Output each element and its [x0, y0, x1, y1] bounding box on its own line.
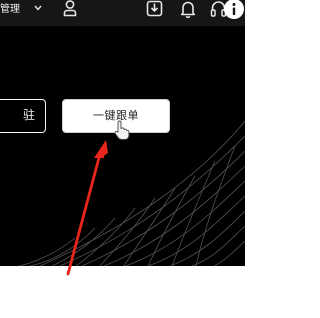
download-icon[interactable] [146, 0, 163, 17]
page-body [0, 266, 245, 318]
user-icon[interactable] [62, 0, 78, 17]
wave-grid-decoration [17, 120, 245, 266]
manage-menu[interactable]: 管理 [0, 0, 46, 20]
screen: 管理 驻 一键跟单 [0, 0, 245, 318]
info-icon[interactable] [223, 0, 245, 22]
chevron-down-icon [34, 5, 42, 11]
top-nav-bar: 管理 [0, 0, 245, 26]
manage-menu-label: 管理 [0, 4, 20, 15]
secondary-action-button[interactable]: 驻 [0, 99, 46, 133]
bell-icon[interactable] [180, 0, 196, 18]
hand-cursor-icon [114, 120, 130, 140]
hero-banner: 驻 一键跟单 [0, 26, 245, 266]
